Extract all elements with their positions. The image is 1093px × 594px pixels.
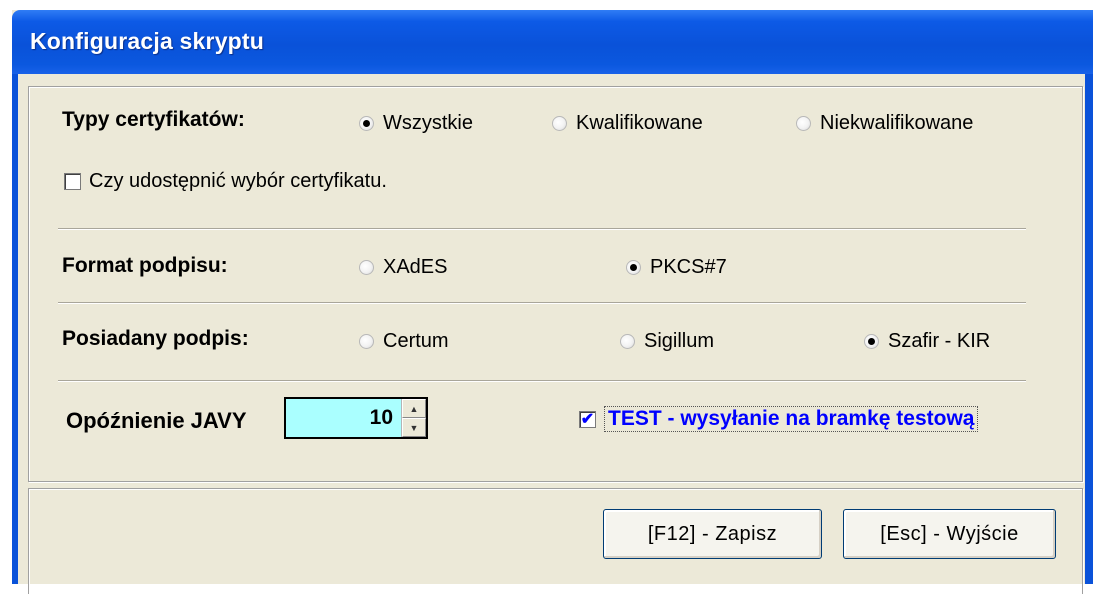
title-bar[interactable]: Konfiguracja skryptu — [12, 10, 1093, 74]
radio-indicator — [796, 116, 811, 131]
window-title: Konfiguracja skryptu — [30, 28, 265, 54]
format-pkcs7-radio[interactable]: PKCS#7 — [626, 256, 727, 279]
java-delay-spinner[interactable]: 10 ▲ ▼ — [284, 397, 428, 439]
radio-indicator — [359, 116, 374, 131]
format-xades-radio[interactable]: XAdES — [359, 256, 447, 279]
owned-signature-label: Posiadany podpis: — [62, 327, 249, 350]
spin-down-icon[interactable]: ▼ — [402, 418, 426, 437]
dialog-window: Konfiguracja skryptu — [12, 10, 1093, 594]
signature-szafir-label: Szafir - KIR — [888, 330, 991, 352]
spinner-arrows: ▲ ▼ — [401, 399, 426, 437]
cert-type-all-label: Wszystkie — [383, 112, 473, 134]
checkbox-box — [64, 173, 81, 190]
cert-type-qualified-label: Kwalifikowane — [576, 112, 703, 134]
share-choice-checkbox[interactable]: Czy udostępnić wybór certyfikatu. — [64, 170, 387, 193]
exit-button[interactable]: [Esc] - Wyjście — [843, 509, 1056, 559]
window-frame-right — [1085, 74, 1093, 584]
radio-indicator — [620, 334, 635, 349]
signature-format-label: Format podpisu: — [62, 254, 228, 277]
signature-certum-radio[interactable]: Certum — [359, 330, 449, 353]
window-frame-left — [12, 74, 18, 584]
separator — [58, 302, 1026, 304]
radio-indicator — [552, 116, 567, 131]
radio-indicator — [359, 260, 374, 275]
radio-indicator — [864, 334, 879, 349]
cert-type-nonqualified-label: Niekwalifikowane — [820, 112, 974, 134]
java-delay-value[interactable]: 10 — [286, 399, 401, 437]
format-xades-label: XAdES — [383, 256, 448, 278]
java-delay-label: Opóźnienie JAVY — [66, 408, 247, 433]
radio-indicator — [359, 334, 374, 349]
signature-certum-label: Certum — [383, 330, 449, 352]
radio-indicator — [626, 260, 641, 275]
separator — [58, 380, 1026, 382]
separator — [58, 228, 1026, 230]
signature-sigillum-label: Sigillum — [644, 330, 715, 352]
signature-szafir-radio[interactable]: Szafir - KIR — [864, 330, 990, 353]
test-mode-label: TEST - wysyłanie na bramkę testową — [604, 406, 979, 432]
cert-types-label: Typy certyfikatów: — [62, 108, 245, 131]
save-button[interactable]: [F12] - Zapisz — [603, 509, 822, 559]
share-choice-label: Czy udostępnić wybór certyfikatu. — [89, 170, 387, 192]
cert-type-all-radio[interactable]: Wszystkie — [359, 112, 473, 135]
cert-type-qualified-radio[interactable]: Kwalifikowane — [552, 112, 703, 135]
cert-type-nonqualified-radio[interactable]: Niekwalifikowane — [796, 112, 973, 135]
format-pkcs7-label: PKCS#7 — [650, 256, 727, 278]
checkmark-icon: ✔ — [579, 410, 596, 428]
test-mode-checkbox[interactable]: ✔ TEST - wysyłanie na bramkę testową — [579, 406, 979, 432]
signature-sigillum-radio[interactable]: Sigillum — [620, 330, 714, 353]
spin-up-icon[interactable]: ▲ — [402, 399, 426, 418]
